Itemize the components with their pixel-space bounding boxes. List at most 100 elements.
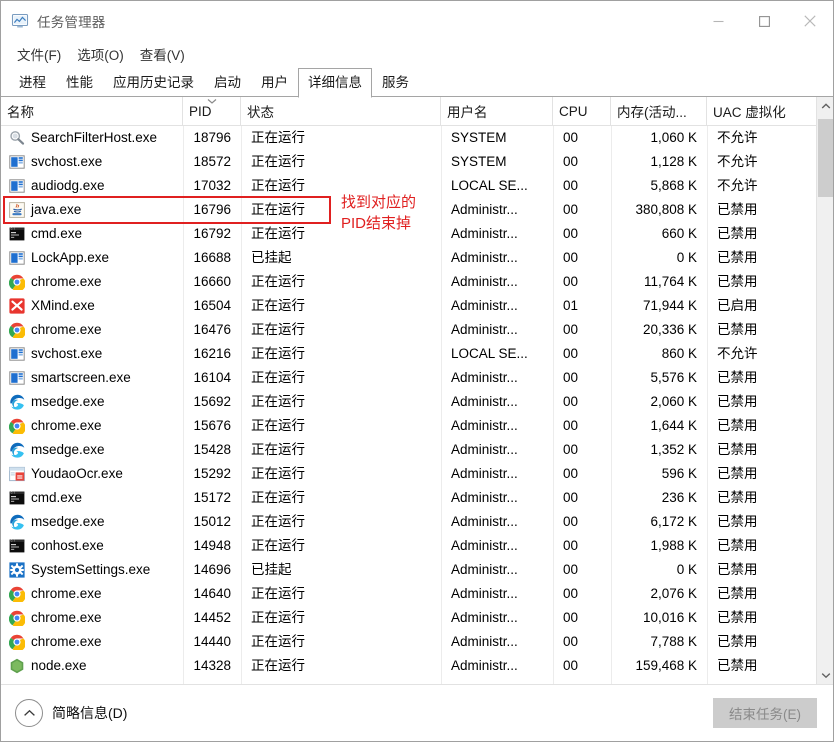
table-row[interactable]: smartscreen.exe 16104 正在运行 Administr... 00 5,… — [1, 366, 833, 390]
tab-performance[interactable]: 性能 — [56, 68, 103, 97]
cell-status: 正在运行 — [251, 226, 305, 241]
table-row[interactable]: audiodg.exe 17032 正在运行 LOCAL SE... 00 5,868 K… — [1, 174, 833, 198]
table-row[interactable]: chrome.exe 15676 正在运行 Administr... 00 1,644 K… — [1, 414, 833, 438]
table-row[interactable]: chrome.exe 14440 正在运行 Administr... 00 7,788 K… — [1, 630, 833, 654]
fewer-details-label: 简略信息(D) — [52, 705, 128, 721]
cell-username: Administr... — [451, 538, 518, 553]
column-header-pid-label: PID — [189, 103, 212, 119]
table-row[interactable]: chrome.exe 16476 正在运行 Administr... 00 20,336 … — [1, 318, 833, 342]
chrome-icon — [9, 634, 25, 650]
table-row[interactable]: C:\ conhost.exe 14948 正在运行 Administr... 00 1,9… — [1, 534, 833, 558]
scrollbar-thumb[interactable] — [818, 119, 833, 197]
table-header-row: 名称 PID 状态 用户名 CPU 内存(活动... UAC 虚拟化 — [1, 97, 833, 126]
cell-username: Administr... — [451, 322, 518, 337]
cell-process-name: msedge.exe — [1, 438, 183, 462]
table-row[interactable]: XMind.exe 16504 正在运行 Administr... 01 71,944 K… — [1, 294, 833, 318]
cell-status: 正在运行 — [251, 298, 305, 313]
cell-cpu: 00 — [563, 610, 579, 625]
cell-process-name: svchost.exe — [1, 342, 183, 366]
chrome-icon — [9, 418, 25, 434]
scroll-up-button[interactable] — [817, 97, 833, 115]
column-header-status[interactable]: 状态 — [241, 97, 441, 125]
chrome-icon — [9, 586, 25, 602]
cell-process-name: msedge.exe — [1, 510, 183, 534]
table-row[interactable]: chrome.exe 16660 正在运行 Administr... 00 11,764 … — [1, 270, 833, 294]
table-row[interactable]: msedge.exe 15012 正在运行 Administr... 00 6,172 K… — [1, 510, 833, 534]
cell-pid: 14948 — [193, 538, 231, 553]
window-controls — [695, 1, 833, 41]
minimize-icon[interactable] — [695, 1, 741, 41]
youdao-ocr-icon — [9, 466, 25, 482]
cell-username: Administr... — [451, 658, 518, 673]
edge-icon — [9, 442, 25, 458]
cell-uac-virtualization: 已禁用 — [717, 514, 758, 529]
cell-pid: 15012 — [193, 514, 231, 529]
table-row[interactable]: chrome.exe 14452 正在运行 Administr... 00 10,016 … — [1, 606, 833, 630]
maximize-icon[interactable] — [741, 1, 787, 41]
table-row[interactable]: C:\ cmd.exe 16792 正在运行 Administr... 00 660 K 已禁… — [1, 222, 833, 246]
tab-users[interactable]: 用户 — [251, 68, 298, 97]
cell-pid: 14696 — [193, 562, 231, 577]
chevron-up-icon — [821, 102, 831, 110]
column-header-username[interactable]: 用户名 — [441, 97, 553, 125]
cell-memory: 860 K — [661, 346, 697, 361]
process-name-label: cmd.exe — [31, 226, 83, 241]
cell-memory: 1,988 K — [650, 538, 697, 553]
generic-app-icon — [9, 346, 25, 362]
tab-startup[interactable]: 启动 — [204, 68, 251, 97]
cell-pid: 16504 — [193, 298, 231, 313]
cell-process-name: LockApp.exe — [1, 246, 183, 270]
chrome-icon — [9, 274, 25, 290]
table-row[interactable]: LockApp.exe 16688 已挂起 Administr... 00 0 K 已禁用 — [1, 246, 833, 270]
end-task-button[interactable]: 结束任务(E) — [713, 698, 817, 728]
table-row[interactable]: java.exe 16796 正在运行 Administr... 00 380,808 K… — [1, 198, 833, 222]
tab-app-history[interactable]: 应用历史记录 — [103, 68, 204, 97]
column-header-memory[interactable]: 内存(活动... — [611, 97, 707, 125]
process-name-label: svchost.exe — [31, 346, 103, 361]
cell-memory: 11,764 K — [643, 274, 697, 289]
column-header-uac-label: UAC 虚拟化 — [713, 105, 786, 120]
table-row[interactable]: chrome.exe 14640 正在运行 Administr... 00 2,076 K… — [1, 582, 833, 606]
menu-item-view[interactable]: 查看(V) — [134, 42, 191, 66]
table-row[interactable]: SystemSettings.exe 14696 已挂起 Administr... 00… — [1, 558, 833, 582]
menu-item-options[interactable]: 选项(O) — [71, 42, 130, 66]
vertical-scrollbar[interactable] — [816, 97, 833, 684]
fewer-details-button[interactable]: 简略信息(D) — [15, 699, 127, 727]
cell-cpu: 00 — [563, 226, 579, 241]
cell-status: 正在运行 — [251, 538, 305, 553]
cell-process-name: SystemSettings.exe — [1, 558, 183, 582]
tab-details[interactable]: 详细信息 — [298, 68, 372, 98]
process-name-label: SearchFilterHost.exe — [31, 130, 158, 145]
process-name-label: chrome.exe — [31, 418, 102, 433]
column-header-name[interactable]: 名称 — [1, 97, 183, 125]
table-row[interactable]: C:\ cmd.exe 15172 正在运行 Administr... 00 236 K 已禁… — [1, 486, 833, 510]
scroll-down-button[interactable] — [817, 666, 833, 684]
table-row[interactable]: msedge.exe 15692 正在运行 Administr... 00 2,060 K… — [1, 390, 833, 414]
cell-pid: 15428 — [193, 442, 231, 457]
table-row[interactable]: SearchFilterHost.exe 18796 正在运行 SYSTEM 00 1,0… — [1, 126, 833, 150]
settings-gear-icon — [9, 562, 25, 578]
table-row[interactable]: node.exe 14328 正在运行 Administr... 00 159,468 K… — [1, 654, 833, 678]
column-header-pid[interactable]: PID — [183, 97, 241, 125]
cell-memory: 1,352 K — [650, 442, 697, 457]
cell-process-name: SearchFilterHost.exe — [1, 126, 183, 150]
cell-pid: 16216 — [193, 346, 231, 361]
cell-process-name: chrome.exe — [1, 414, 183, 438]
tab-processes[interactable]: 进程 — [9, 68, 56, 97]
cell-uac-virtualization: 已禁用 — [717, 226, 758, 241]
column-header-cpu[interactable]: CPU — [553, 97, 611, 125]
table-row[interactable]: YoudaoOcr.exe 15292 正在运行 Administr... 00 596 … — [1, 462, 833, 486]
column-header-uac-virtualization[interactable]: UAC 虚拟化 — [707, 97, 817, 125]
cell-status: 正在运行 — [251, 346, 305, 361]
cell-memory: 0 K — [676, 250, 697, 265]
table-row[interactable]: svchost.exe 16216 正在运行 LOCAL SE... 00 860 K 不允… — [1, 342, 833, 366]
cell-status: 正在运行 — [251, 154, 305, 169]
cell-process-name: C:\ conhost.exe — [1, 534, 183, 558]
tab-services[interactable]: 服务 — [372, 68, 419, 97]
table-row[interactable]: svchost.exe 18572 正在运行 SYSTEM 00 1,128 K 不允许 — [1, 150, 833, 174]
table-row[interactable]: msedge.exe 15428 正在运行 Administr... 00 1,352 K… — [1, 438, 833, 462]
menu-item-file[interactable]: 文件(F) — [11, 42, 67, 66]
cell-pid: 14640 — [193, 586, 231, 601]
cell-username: Administr... — [451, 418, 518, 433]
close-icon[interactable] — [787, 1, 833, 41]
